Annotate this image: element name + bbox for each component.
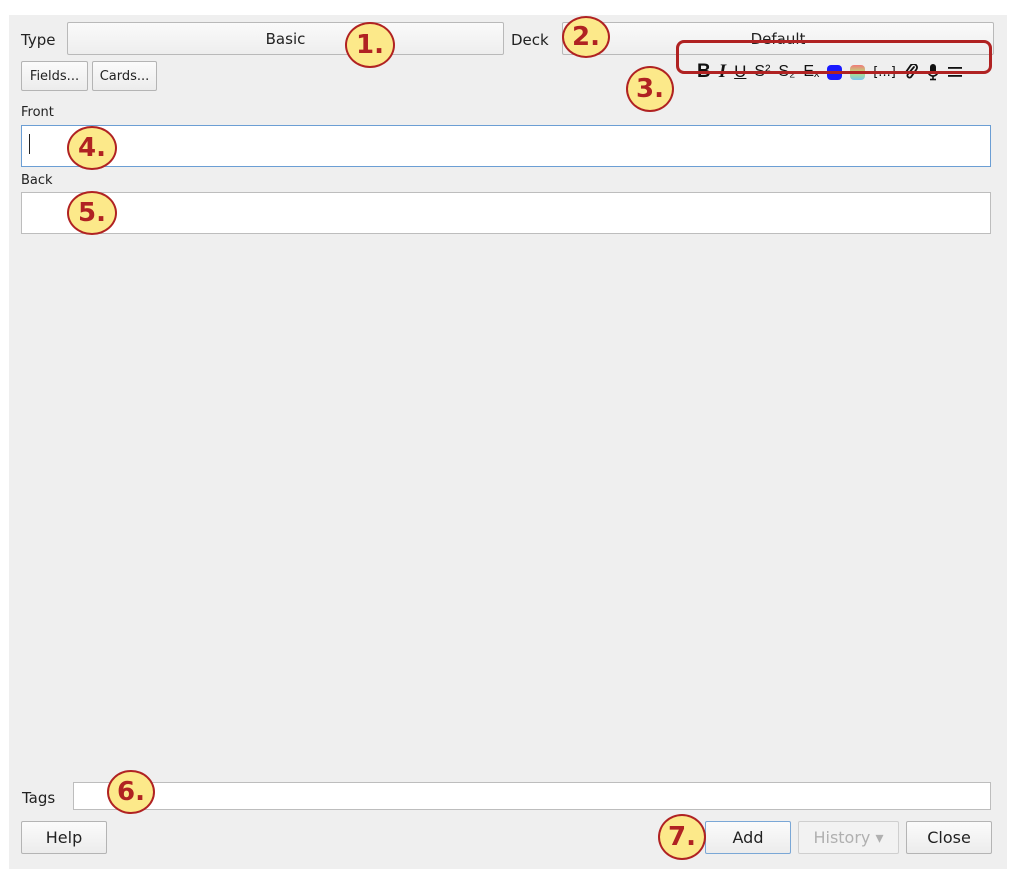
front-field-input[interactable]	[21, 125, 991, 167]
note-type-value: Basic	[265, 29, 306, 48]
add-button[interactable]: Add	[705, 821, 791, 854]
annotation-marker-4: 4.	[67, 126, 117, 170]
note-type-selector[interactable]: Basic	[67, 22, 504, 55]
add-note-window: Type Basic Deck Default Fields... Cards.…	[9, 15, 1007, 869]
back-field-label: Back	[21, 173, 53, 188]
close-button[interactable]: Close	[906, 821, 992, 854]
tags-input[interactable]	[73, 782, 991, 810]
help-button[interactable]: Help	[21, 821, 107, 854]
type-label: Type	[21, 31, 56, 49]
cards-button[interactable]: Cards...	[92, 61, 157, 91]
fields-button[interactable]: Fields...	[21, 61, 88, 91]
back-field-input[interactable]	[21, 192, 991, 234]
annotation-marker-2: 2.	[562, 16, 610, 58]
annotation-marker-1: 1.	[345, 22, 395, 68]
tags-label: Tags	[22, 789, 56, 807]
front-field-label: Front	[21, 105, 54, 120]
annotation-marker-5: 5.	[67, 191, 117, 235]
annotation-marker-7: 7.	[658, 814, 706, 860]
annotation-marker-3: 3.	[626, 66, 674, 112]
deck-label: Deck	[511, 31, 549, 49]
toolbar-annotation-outline	[676, 40, 992, 74]
text-cursor	[29, 134, 30, 154]
history-button[interactable]: History ▾	[798, 821, 899, 854]
annotation-marker-6: 6.	[107, 770, 155, 814]
